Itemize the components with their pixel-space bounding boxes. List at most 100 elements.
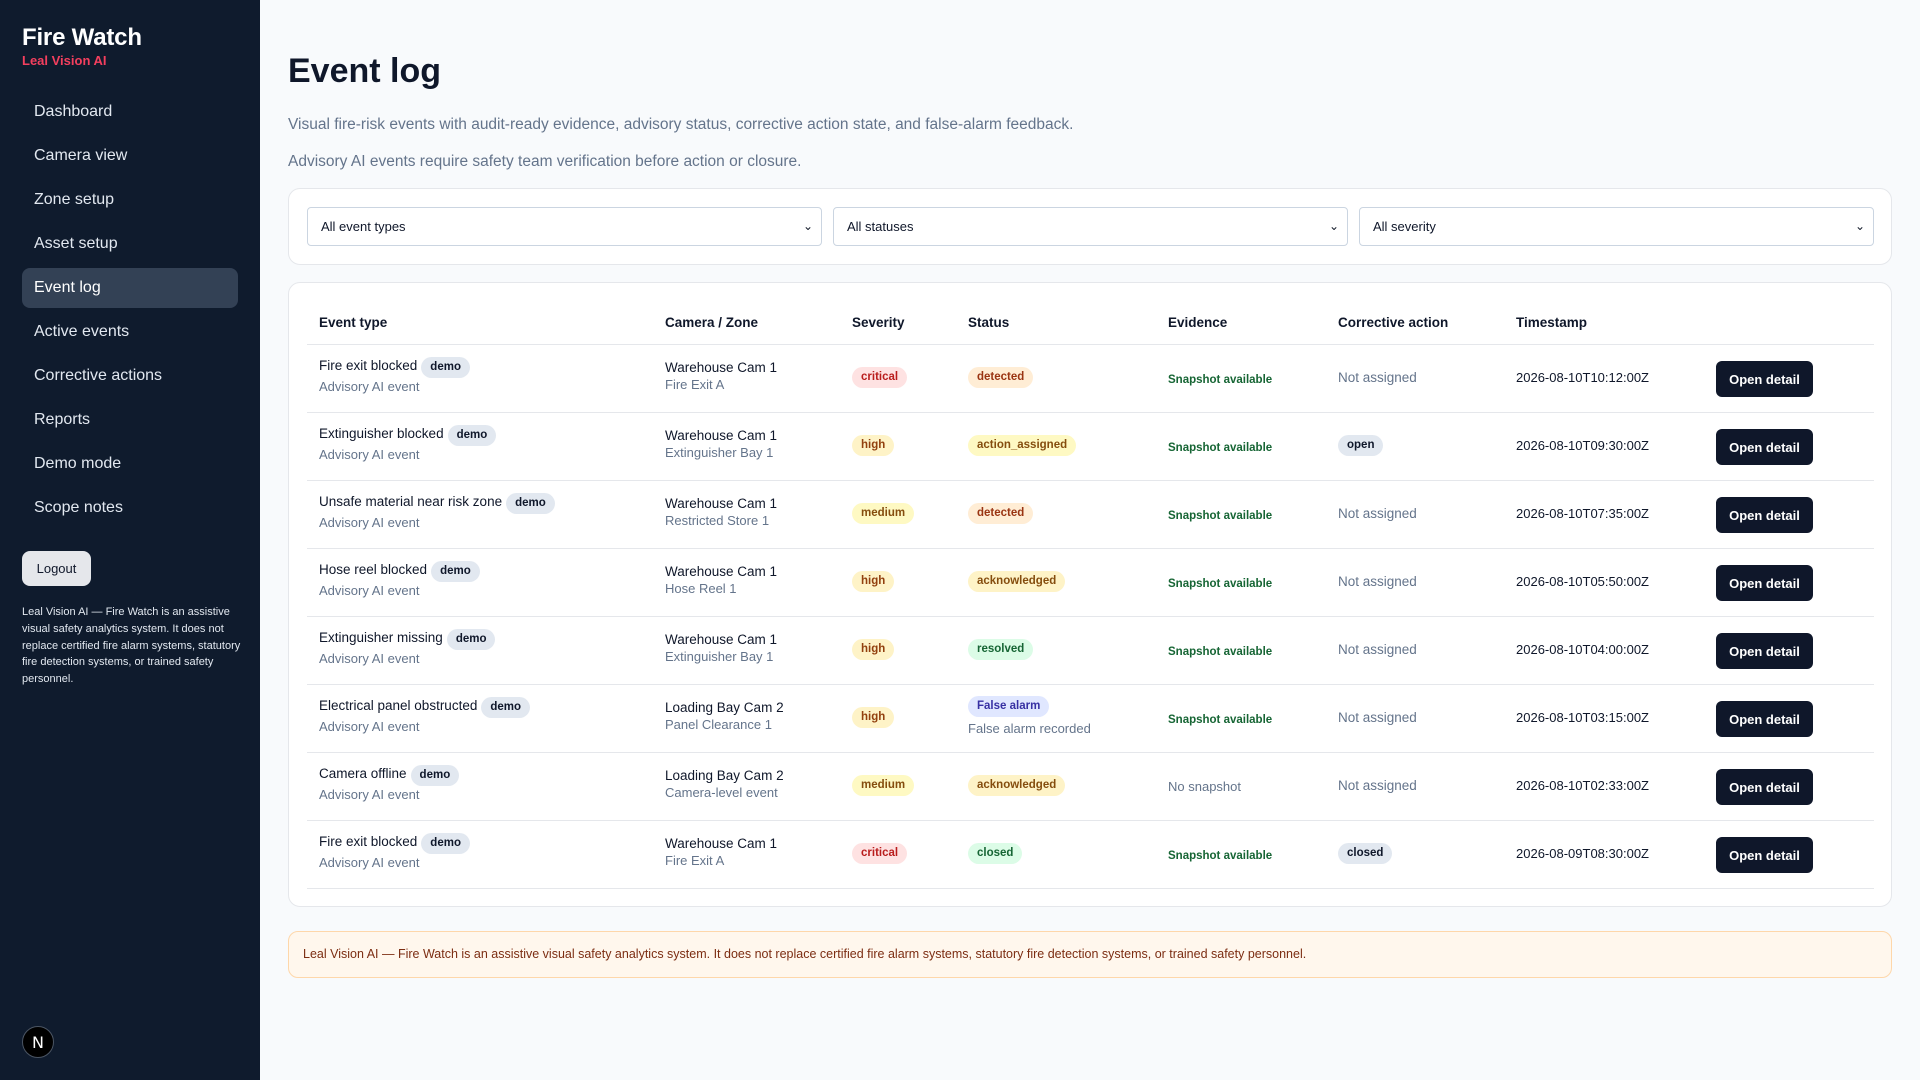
table-row: Extinguisher blocked demo Advisory AI eve… [307, 413, 1874, 481]
event-table: Event type Camera / Zone Severity Status… [288, 282, 1892, 907]
evidence-text: Snapshot available [1168, 850, 1273, 862]
evidence-cell: Snapshot available [1168, 370, 1272, 388]
table-row: Extinguisher missing demo Advisory AI eve… [307, 617, 1874, 685]
chevron-down-icon: ⌄ [802, 219, 813, 233]
status-cell: action_assigned [968, 435, 1077, 456]
corrective-action-text: Not assigned [1338, 574, 1417, 589]
corrective-action-text: Not assigned [1338, 506, 1417, 521]
timestamp: 2026-08-10T03:15:00Z [1516, 710, 1649, 725]
camera-zone-cell: Warehouse Cam 1 Hose Reel 1 [665, 564, 777, 596]
demo-badge: demo [410, 765, 460, 786]
open-detail-button[interactable]: Open detail [1716, 497, 1813, 533]
corrective-action-text: Not assigned [1338, 642, 1417, 657]
severity-badge: high [852, 571, 895, 592]
sidebar-item-scope-notes[interactable]: Scope notes [22, 488, 238, 528]
open-detail-button[interactable]: Open detail [1716, 361, 1813, 397]
evidence-cell: Snapshot available [1168, 642, 1272, 660]
sidebar-item-dashboard[interactable]: Dashboard [22, 92, 238, 132]
severity-cell: high [852, 571, 895, 592]
status-cell: acknowledged [968, 571, 1066, 592]
event-type-select[interactable]: All event types ⌄ [307, 207, 822, 246]
severity-select[interactable]: All severity ⌄ [1359, 207, 1874, 246]
evidence-text: No snapshot [1168, 779, 1241, 794]
sidebar-item-active-events[interactable]: Active events [22, 312, 238, 352]
demo-badge: demo [446, 629, 496, 650]
status-select-value: All statuses [847, 219, 914, 234]
event-type-name: Electrical panel obstructed [319, 698, 478, 713]
status-cell: resolved [968, 639, 1034, 660]
dev-badge-icon[interactable]: N [22, 1026, 54, 1058]
status-badge: detected [968, 503, 1034, 524]
evidence-cell: Snapshot available [1168, 506, 1272, 524]
sidebar-item-demo-mode[interactable]: Demo mode [22, 444, 238, 484]
evidence-text: Snapshot available [1168, 374, 1273, 386]
open-detail-button[interactable]: Open detail [1716, 565, 1813, 601]
evidence-cell: Snapshot available [1168, 574, 1272, 592]
severity-badge: critical [852, 843, 908, 864]
status-badge: closed [968, 843, 1023, 864]
sidebar-item-asset-setup[interactable]: Asset setup [22, 224, 238, 264]
event-source: Advisory AI event [319, 651, 420, 666]
camera-name: Warehouse Cam 1 [665, 564, 778, 579]
camera-zone-cell: Warehouse Cam 1 Fire Exit A [665, 360, 777, 392]
column-header-status: Status [968, 315, 1010, 330]
sidebar: Fire Watch Leal Vision AI Dashboard Came… [0, 0, 260, 1080]
event-type-name: Extinguisher missing [319, 630, 443, 645]
open-detail-button[interactable]: Open detail [1716, 769, 1813, 805]
severity-badge: high [852, 639, 895, 660]
sidebar-item-zone-setup[interactable]: Zone setup [22, 180, 238, 220]
table-header: Event type Camera / Zone Severity Status… [307, 283, 1874, 345]
severity-cell: critical [852, 367, 908, 388]
zone-name: Extinguisher Bay 1 [665, 649, 774, 664]
table-row: Fire exit blocked demo Advisory AI event … [307, 345, 1874, 413]
status-select[interactable]: All statuses ⌄ [833, 207, 1348, 246]
status-badge: detected [968, 367, 1034, 388]
event-source: Advisory AI event [319, 787, 420, 802]
open-detail-button[interactable]: Open detail [1716, 633, 1813, 669]
sidebar-item-corrective-actions[interactable]: Corrective actions [22, 356, 238, 396]
camera-name: Warehouse Cam 1 [665, 836, 778, 851]
corrective-action-cell: Not assigned [1338, 641, 1417, 659]
page-title: Event log [288, 52, 442, 90]
timestamp: 2026-08-10T02:33:00Z [1516, 778, 1649, 793]
timestamp: 2026-08-10T09:30:00Z [1516, 438, 1649, 453]
column-header-evidence: Evidence [1168, 315, 1228, 330]
event-source: Advisory AI event [319, 515, 420, 530]
open-detail-button[interactable]: Open detail [1716, 701, 1813, 737]
severity-badge: medium [852, 775, 915, 796]
camera-name: Loading Bay Cam 2 [665, 768, 784, 783]
severity-cell: medium [852, 503, 915, 524]
zone-name: Fire Exit A [665, 377, 725, 392]
sidebar-disclaimer: Leal Vision AI — Fire Watch is an assist… [22, 606, 241, 686]
open-detail-button[interactable]: Open detail [1716, 429, 1813, 465]
camera-zone-cell: Warehouse Cam 1 Fire Exit A [665, 836, 777, 868]
status-note: False alarm recorded [968, 721, 1091, 736]
corrective-action-cell: Not assigned [1338, 709, 1417, 727]
event-type-name: Fire exit blocked [319, 358, 418, 373]
logout-button[interactable]: Logout [22, 551, 91, 586]
event-type-select-value: All event types [321, 219, 406, 234]
severity-badge: high [852, 707, 895, 728]
evidence-cell: Snapshot available [1168, 710, 1272, 728]
event-source: Advisory AI event [319, 719, 420, 734]
timestamp: 2026-08-10T04:00:00Z [1516, 642, 1649, 657]
open-detail-button[interactable]: Open detail [1716, 837, 1813, 873]
status-cell: detected [968, 367, 1034, 388]
evidence-text: Snapshot available [1168, 714, 1273, 726]
severity-cell: medium [852, 775, 915, 796]
severity-badge: high [852, 435, 895, 456]
chevron-down-icon: ⌄ [1854, 219, 1865, 233]
sidebar-item-camera-view[interactable]: Camera view [22, 136, 238, 176]
sidebar-item-reports[interactable]: Reports [22, 400, 238, 440]
corrective-action-cell: Not assigned [1338, 777, 1417, 795]
column-header-event-type: Event type [319, 315, 388, 330]
status-badge: resolved [968, 639, 1034, 660]
status-cell: detected [968, 503, 1034, 524]
zone-name: Restricted Store 1 [665, 513, 770, 528]
corrective-action-badge: open [1338, 435, 1384, 456]
evidence-cell: No snapshot [1168, 778, 1241, 796]
corrective-action-cell: Not assigned [1338, 505, 1417, 523]
camera-zone-cell: Warehouse Cam 1 Restricted Store 1 [665, 496, 777, 528]
severity-cell: high [852, 707, 895, 728]
sidebar-item-event-log[interactable]: Event log [22, 268, 238, 308]
